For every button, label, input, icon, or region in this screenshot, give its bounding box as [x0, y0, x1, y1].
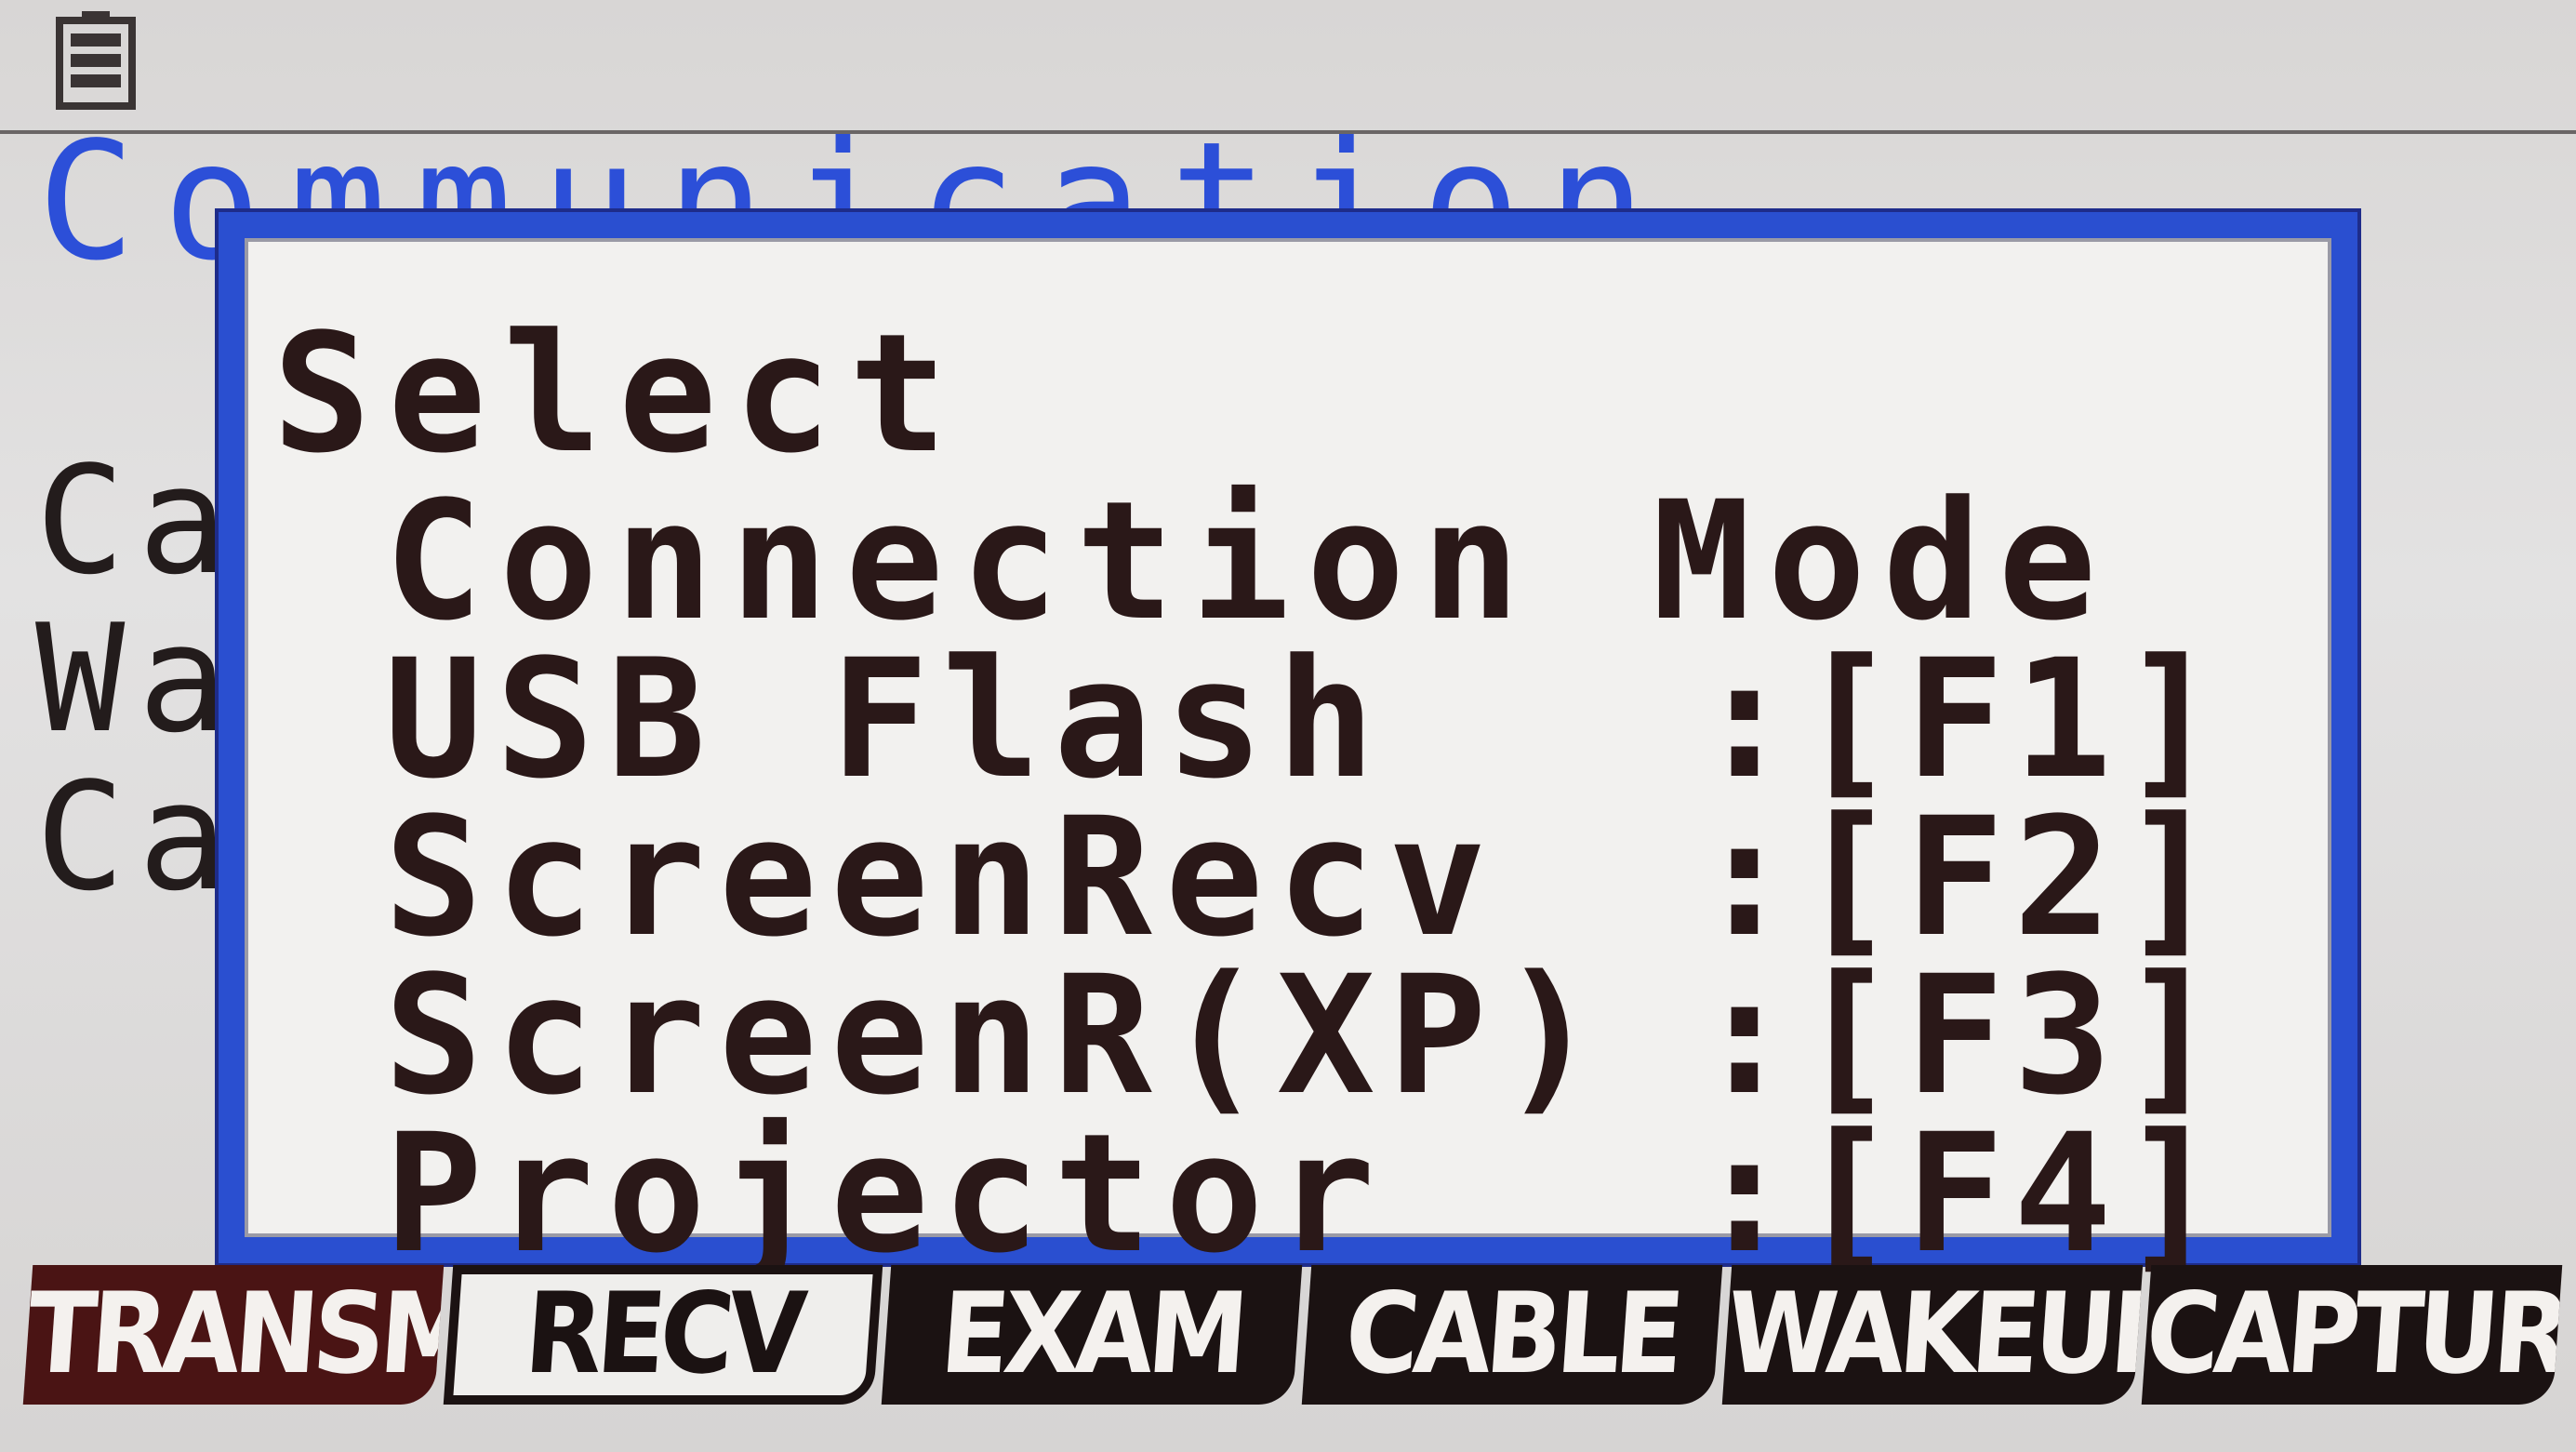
option-separator: : — [1695, 782, 1794, 973]
dialog-title: Select — [272, 299, 964, 489]
connection-mode-dialog: Select Connection Mode USB Flash : [F1] … — [219, 212, 2357, 1276]
function-key-bar: TRANSMIT RECV EXAM CABLE WAKEUP CAPTURE — [22, 1265, 2563, 1405]
option-label: ScreenR(XP) — [384, 940, 1612, 1131]
fkey-wakeup[interactable]: WAKEUP — [1721, 1265, 2143, 1405]
background-row: Ca — [35, 433, 241, 607]
option-label: ScreenRecv — [384, 782, 1500, 973]
option-key: [F3] — [1798, 940, 2229, 1131]
option-screenr-xp[interactable]: ScreenR(XP) : [F3] — [384, 954, 2337, 1118]
dialog-subtitle: Connection Mode — [384, 466, 2114, 657]
option-label: Projector — [384, 1099, 1388, 1289]
fkey-exam[interactable]: EXAM — [882, 1265, 1303, 1405]
calculator-screen: Communication Ca Wa Ca Select Connection… — [0, 0, 2576, 1452]
fkey-cable[interactable]: CABLE — [1301, 1265, 1722, 1405]
option-key: [F1] — [1798, 624, 2229, 815]
fkey-capture[interactable]: CAPTURE — [2142, 1265, 2563, 1405]
fkey-transmit[interactable]: TRANSMIT — [22, 1265, 444, 1405]
fkey-recv[interactable]: RECV — [443, 1265, 883, 1405]
option-key: [F2] — [1798, 782, 2229, 973]
option-screenrecv[interactable]: ScreenRecv : [F2] — [384, 796, 2337, 960]
option-usb-flash[interactable]: USB Flash : [F1] — [384, 638, 2337, 802]
background-row: Ca — [35, 750, 241, 924]
option-separator: : — [1695, 1099, 1794, 1289]
battery-icon — [56, 11, 136, 110]
option-label: USB Flash — [384, 624, 1388, 815]
option-projector[interactable]: Projector : [F4] — [384, 1112, 2337, 1276]
option-separator: : — [1695, 940, 1794, 1131]
option-separator: : — [1695, 624, 1794, 815]
background-row: Wa — [35, 592, 241, 766]
option-key: [F4] — [1798, 1099, 2229, 1289]
